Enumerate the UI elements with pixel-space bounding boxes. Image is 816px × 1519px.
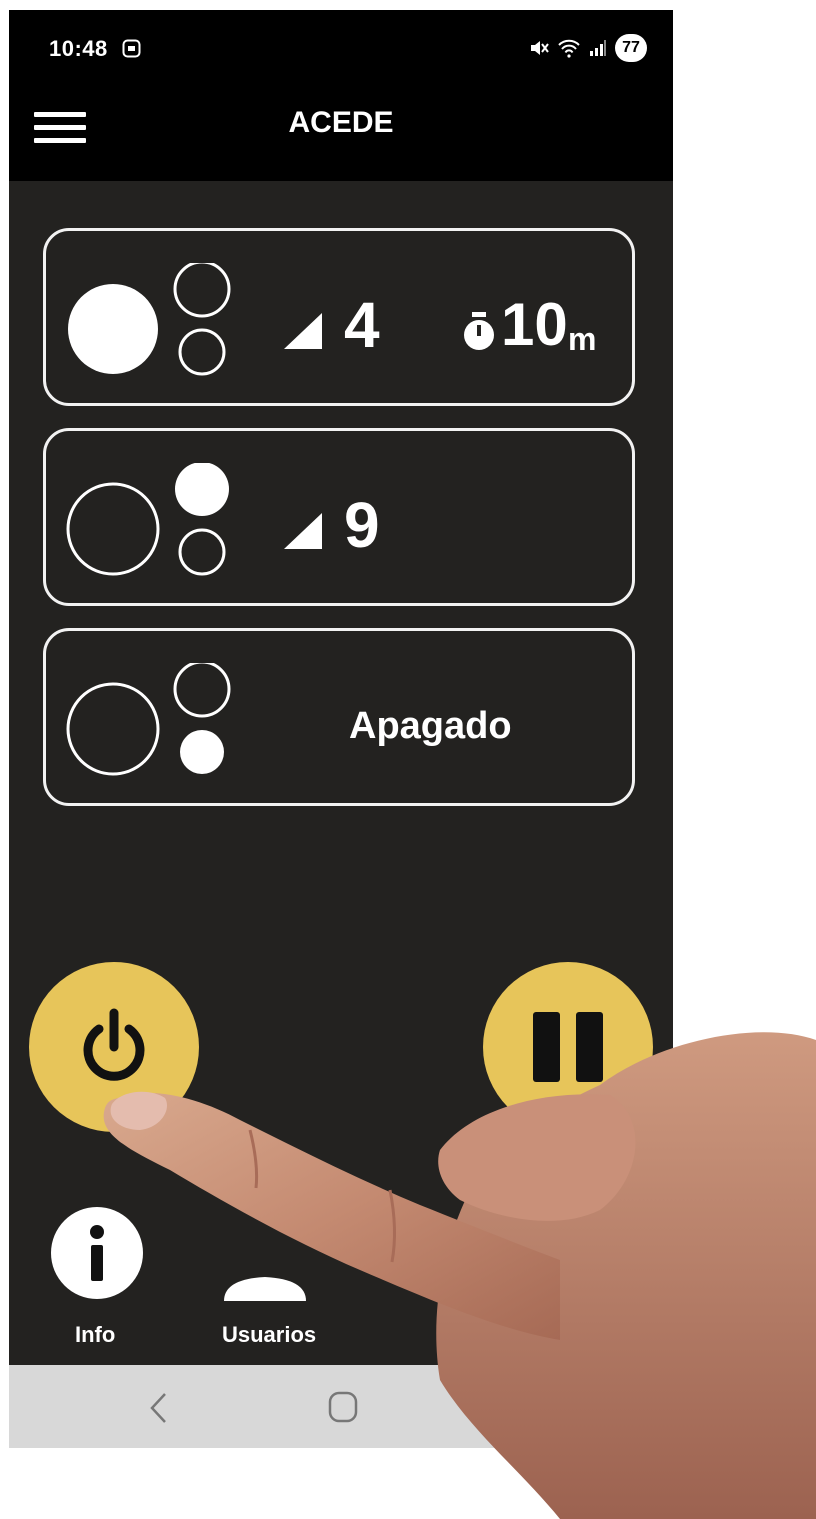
intensity-value: 4 [344,289,380,361]
nav-users-label: Usuarios [222,1322,317,1347]
indicator-bottom-dot [178,528,226,576]
wifi-icon [558,39,580,58]
indicator-large-dot [68,284,158,374]
app-bar: ACEDE [9,88,673,181]
screenshot-icon [122,39,141,58]
info-icon [51,1207,143,1299]
status-time: 10:48 [49,36,108,61]
program-card-3[interactable]: Apagado [43,628,635,806]
timer-value: 10 [501,291,568,358]
nav-users[interactable]: Usuarios [214,1205,344,1365]
bottom-nav: Info Usuarios [9,1185,673,1365]
mute-icon [531,41,549,55]
pause-icon [533,1012,603,1082]
program-card-1[interactable]: 4 10 m [43,228,635,406]
status-icons: 77 [529,34,647,62]
app-title: ACEDE [288,106,394,139]
battery-icon: 77 [615,34,647,62]
indicator-top-dot [173,263,231,318]
power-button[interactable] [29,962,199,1132]
pause-button[interactable] [483,962,653,1132]
indicator-bottom-dot [178,328,226,376]
program-status: Apagado [349,705,512,747]
indicator-large-dot [66,482,160,576]
program-card-2[interactable]: 9 [43,428,635,606]
system-nav-bar [9,1365,673,1448]
program-indicator [68,263,231,376]
users-icon [224,1277,306,1301]
power-icon [83,1008,145,1081]
app-screen: 10:48 77 ACEDE 4 10 m 9 Apagado Info Usu… [9,10,673,1448]
nav-info[interactable]: Info [49,1205,149,1365]
back-icon[interactable] [147,1391,169,1425]
signal-icon [590,40,606,56]
intensity-value: 9 [344,489,380,561]
indicator-top-dot [173,663,231,718]
timer-unit: m [568,321,597,357]
indicator-bottom-dot [180,730,224,774]
stopwatch-icon [464,312,494,350]
intensity-wedge-icon [284,313,322,349]
nav-info-label: Info [75,1322,116,1347]
status-bar: 10:48 77 [9,10,673,88]
home-icon[interactable] [328,1391,358,1423]
indicator-top-dot [175,463,229,516]
battery-level: 77 [622,39,640,56]
program-indicator [66,463,229,576]
program-indicator [66,663,231,776]
indicator-large-dot [66,682,160,776]
intensity-wedge-icon [284,513,322,549]
